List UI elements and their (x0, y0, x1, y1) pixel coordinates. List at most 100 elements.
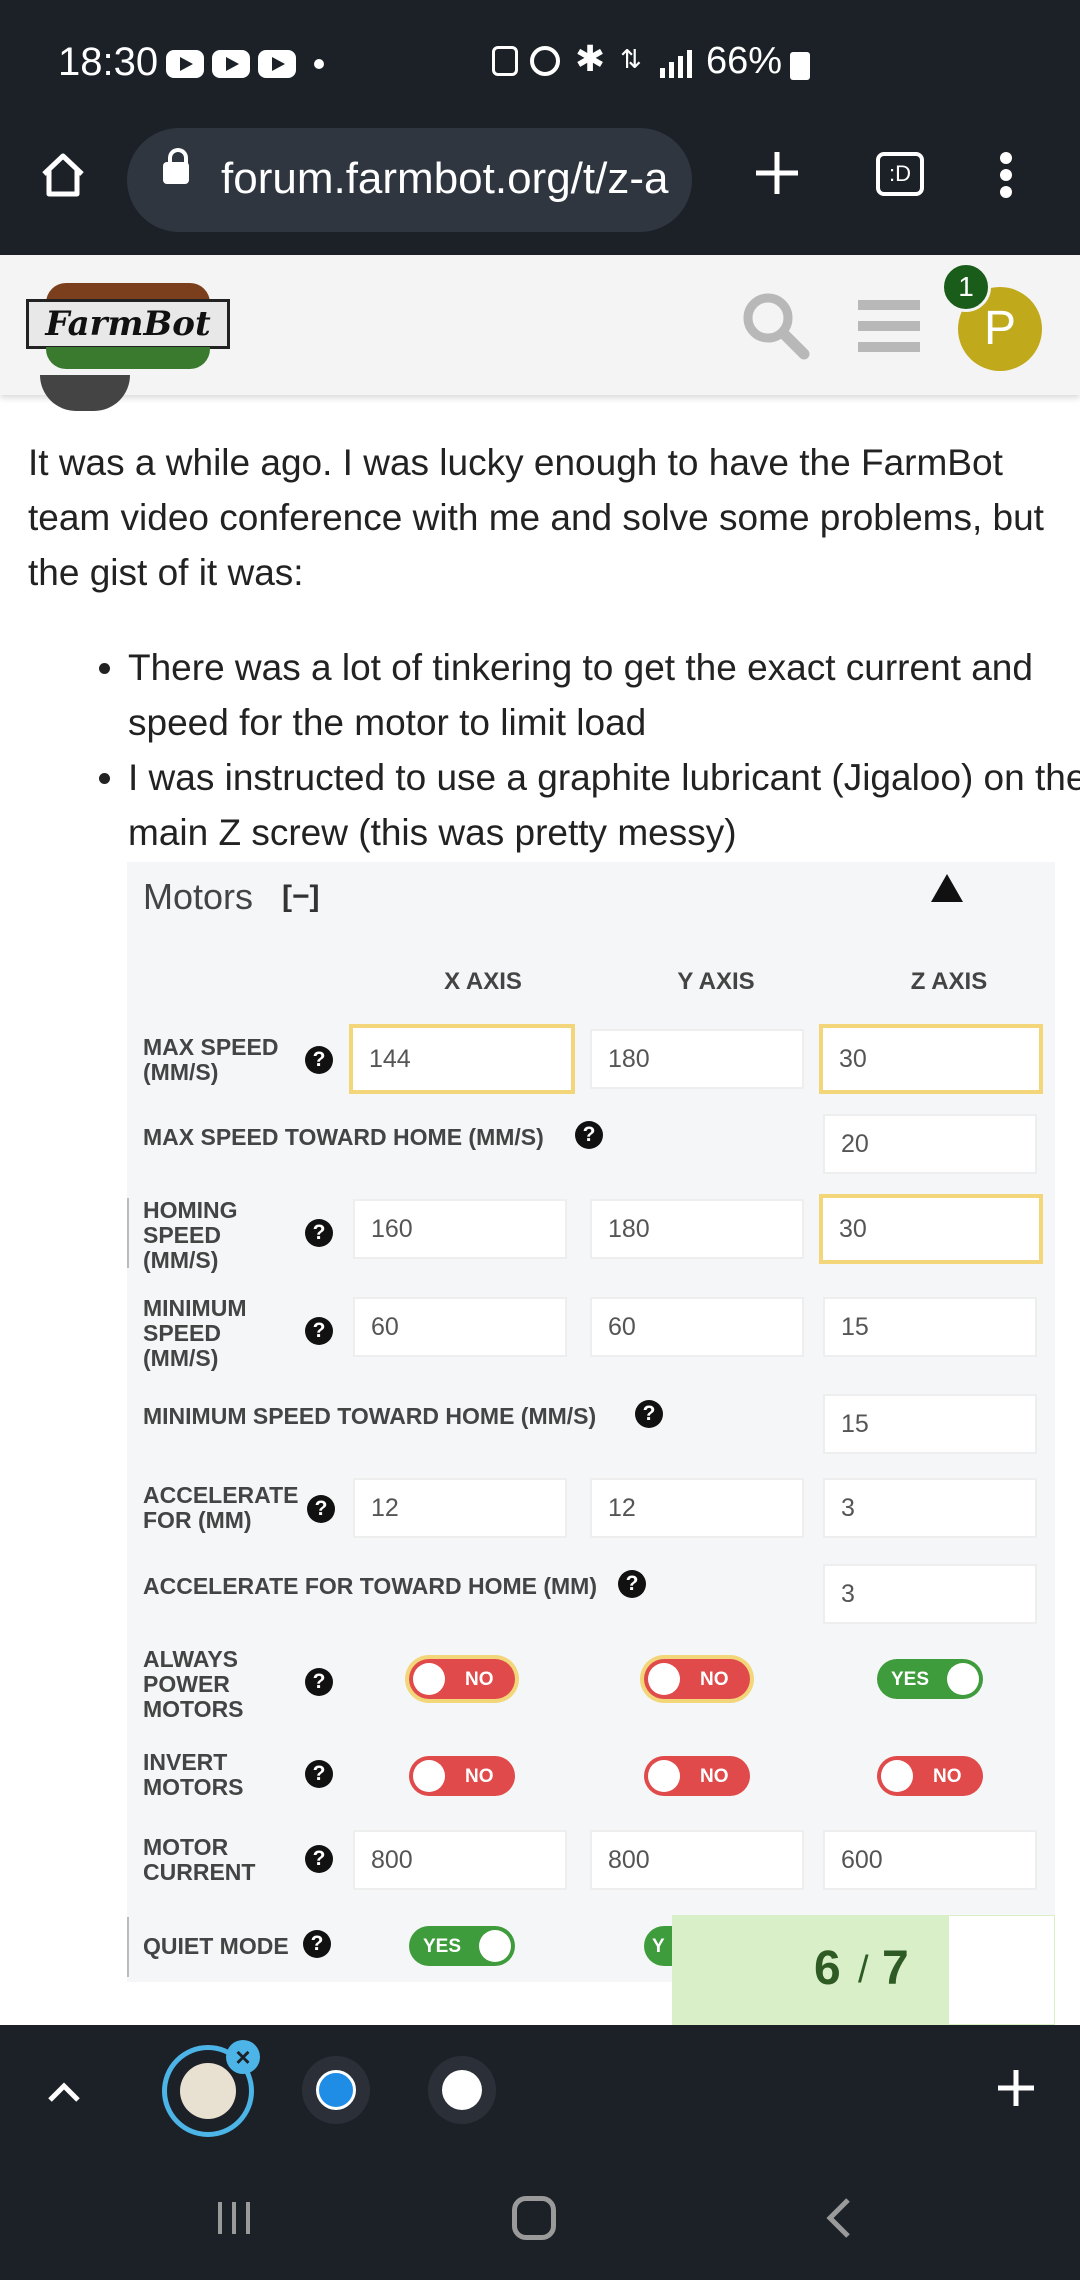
home-icon[interactable] (38, 150, 88, 200)
always-power-z-toggle[interactable]: YES (877, 1659, 983, 1699)
post-progress-pager[interactable]: 6 / 7 (672, 1915, 1055, 2025)
pager-separator: / (858, 1949, 869, 1991)
column-header-y: Y AXIS (677, 968, 755, 995)
farmbot-logo[interactable]: FarmBot (26, 283, 230, 375)
invert-z-toggle[interactable]: NO (877, 1756, 983, 1796)
max-speed-y-input[interactable]: 180 (590, 1029, 804, 1089)
search-icon[interactable] (740, 290, 810, 360)
help-icon[interactable]: ? (305, 1219, 333, 1247)
post-avatar (40, 375, 130, 411)
quiet-x-toggle[interactable]: YES (409, 1926, 515, 1966)
accelerate-y-input[interactable]: 12 (590, 1478, 804, 1538)
motors-settings-image: Motors [−] X AXIS Y AXIS Z AXIS MAX SPEE… (127, 862, 1055, 1982)
url-text: forum.farmbot.org/t/z-a (221, 154, 669, 203)
help-icon[interactable]: ? (305, 1046, 333, 1074)
row-label-min-speed-home: MINIMUM SPEED TOWARD HOME (MM/S) (143, 1403, 597, 1429)
homing-speed-y-input[interactable]: 180 (590, 1199, 804, 1259)
notification-icons (166, 50, 324, 78)
pager-total: 7 (882, 1942, 909, 1995)
farmbot-favicon-icon (180, 2063, 236, 2119)
list-item: There was a lot of tinkering to get the … (128, 640, 1080, 750)
column-header-x: X AXIS (444, 968, 522, 995)
list-item: I was instructed to use a graphite lubri… (128, 750, 1080, 860)
add-tab-icon[interactable] (996, 2068, 1036, 2108)
current-z-input[interactable]: 600 (823, 1830, 1037, 1890)
fa-app-icon (442, 2070, 482, 2110)
pager-remaining (948, 1915, 1055, 2025)
homing-speed-x-input[interactable]: 160 (353, 1199, 567, 1259)
help-icon[interactable]: ? (575, 1121, 603, 1149)
row-label-max-speed: MAX SPEED (MM/S) (143, 1034, 279, 1085)
dot-icon (314, 59, 324, 69)
warning-icon (931, 874, 963, 902)
current-y-input[interactable]: 800 (590, 1830, 804, 1890)
tab-third[interactable] (428, 2056, 496, 2124)
row-label-always-power: ALWAYS POWER MOTORS (143, 1646, 244, 1722)
logo-text: FarmBot (26, 299, 230, 349)
more-menu-icon[interactable] (996, 150, 1016, 200)
row-label-quiet: QUIET MODE (143, 1933, 289, 1959)
help-icon[interactable]: ? (305, 1317, 333, 1345)
row-label-accelerate-home: ACCELERATE FOR TOWARD HOME (MM) (143, 1573, 598, 1599)
recent-apps-icon[interactable] (214, 2198, 254, 2238)
help-icon[interactable]: ? (307, 1495, 335, 1523)
chevron-up-icon[interactable] (44, 2072, 84, 2112)
row-label-min-speed: MINIMUM SPEED (MM/S) (143, 1295, 247, 1371)
battery-icon (790, 52, 810, 80)
alarm-icon (530, 46, 560, 76)
row-marker (127, 1198, 129, 1268)
accelerate-x-input[interactable]: 12 (353, 1478, 567, 1538)
help-icon[interactable]: ? (303, 1930, 331, 1958)
row-label-current: MOTOR CURRENT (143, 1834, 256, 1885)
tabs-button[interactable]: :D (876, 152, 924, 196)
t-app-icon (316, 2070, 356, 2110)
youtube-icon (258, 50, 296, 78)
pager-current: 6 (814, 1942, 841, 1995)
youtube-icon (212, 50, 250, 78)
back-nav-icon[interactable] (820, 2196, 860, 2240)
accelerate-home-z-input[interactable]: 3 (823, 1564, 1037, 1624)
help-icon[interactable]: ? (305, 1760, 333, 1788)
status-bar: 18:30 ✱ ⇅ 66% (0, 0, 1080, 125)
always-power-x-toggle[interactable]: NO (409, 1659, 515, 1699)
min-speed-y-input[interactable]: 60 (590, 1297, 804, 1357)
max-speed-x-input[interactable]: 144 (349, 1024, 575, 1094)
lock-icon (163, 148, 189, 184)
signal-icon (660, 48, 694, 78)
help-icon[interactable]: ? (305, 1845, 333, 1873)
invert-x-toggle[interactable]: NO (409, 1756, 515, 1796)
close-tab-icon[interactable]: × (226, 2040, 260, 2074)
row-label-invert: INVERT MOTORS (143, 1749, 244, 1800)
invert-y-toggle[interactable]: NO (644, 1756, 750, 1796)
youtube-icon (166, 50, 204, 78)
help-icon[interactable]: ? (635, 1400, 663, 1428)
row-label-max-speed-home: MAX SPEED TOWARD HOME (MM/S) (143, 1124, 544, 1150)
min-speed-z-input[interactable]: 15 (823, 1297, 1037, 1357)
home-nav-icon[interactable] (512, 2196, 556, 2240)
battery-percent: 66% (706, 40, 783, 82)
status-time: 18:30 (58, 40, 159, 84)
row-label-homing-speed: HOMING SPEED (MM/S) (143, 1197, 238, 1273)
collapse-toggle[interactable]: [−] (282, 880, 320, 914)
row-label-accelerate: ACCELERATE FOR (MM) (143, 1482, 299, 1533)
min-speed-home-z-input[interactable]: 15 (823, 1394, 1037, 1454)
new-tab-icon[interactable] (752, 148, 802, 198)
post-bullet-list: There was a lot of tinkering to get the … (90, 640, 1080, 860)
notification-badge[interactable]: 1 (941, 262, 991, 312)
always-power-y-toggle[interactable]: NO (644, 1659, 750, 1699)
row-marker (127, 1917, 129, 1977)
help-icon[interactable]: ? (305, 1668, 333, 1696)
lock-screen-icon (492, 46, 518, 76)
homing-speed-z-input[interactable]: 30 (819, 1194, 1043, 1264)
min-speed-x-input[interactable]: 60 (353, 1297, 567, 1357)
address-bar[interactable]: forum.farmbot.org/t/z-a (127, 128, 692, 232)
max-speed-z-input[interactable]: 30 (819, 1024, 1043, 1094)
accelerate-z-input[interactable]: 3 (823, 1478, 1037, 1538)
current-x-input[interactable]: 800 (353, 1830, 567, 1890)
help-icon[interactable]: ? (618, 1570, 646, 1598)
tab-second[interactable] (302, 2056, 370, 2124)
max-speed-home-z-input[interactable]: 20 (823, 1114, 1037, 1174)
menu-icon[interactable] (858, 298, 920, 354)
post-paragraph: It was a while ago. I was lucky enough t… (28, 442, 1044, 593)
quiet-y-toggle[interactable]: Y (644, 1926, 674, 1966)
